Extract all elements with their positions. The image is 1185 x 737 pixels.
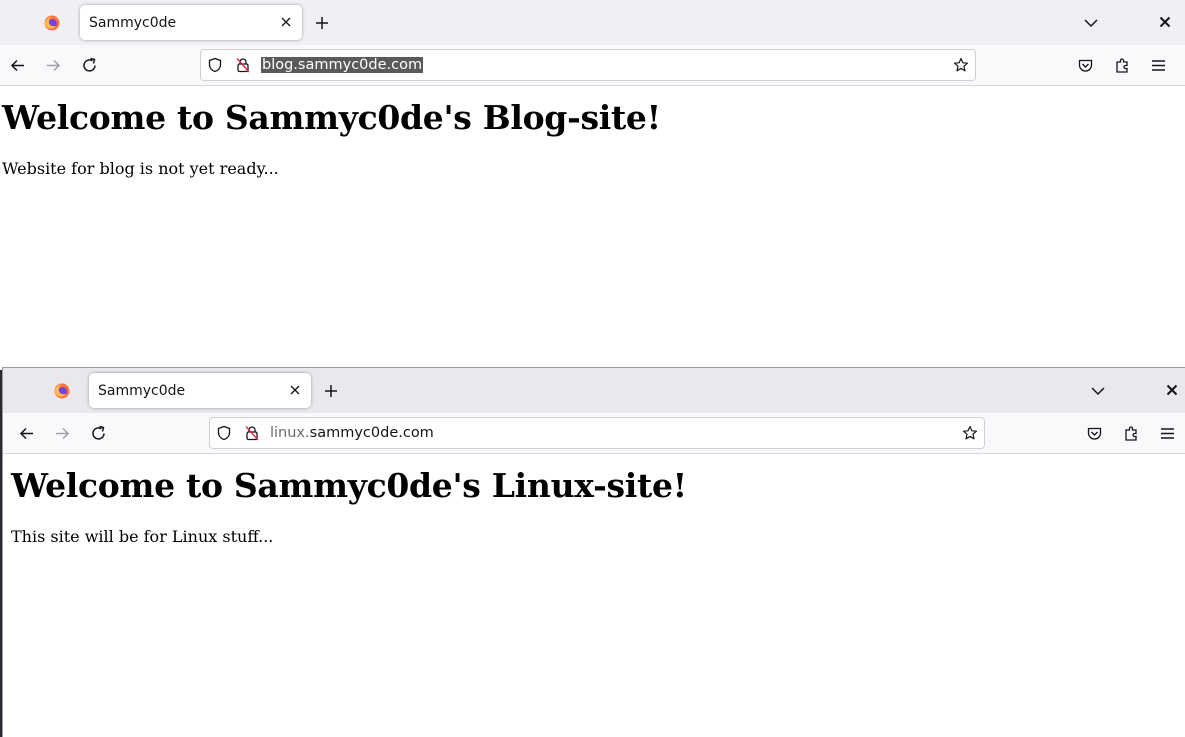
page-text: This site will be for Linux stuff... — [11, 527, 274, 546]
page-text: Website for blog is not yet ready... — [2, 159, 279, 178]
hamburger-menu-icon[interactable] — [1159, 425, 1176, 442]
tab-bar: Sammyc0de — [3, 368, 1185, 413]
plus-icon[interactable] — [322, 382, 340, 400]
plus-icon[interactable] — [313, 14, 331, 32]
nav-bar: linux.sammyc0de.com — [3, 413, 1185, 454]
insecure-lock-icon[interactable] — [235, 57, 251, 73]
url-text[interactable]: linux.sammyc0de.com — [270, 424, 434, 443]
extensions-icon[interactable] — [1114, 57, 1131, 74]
extensions-icon[interactable] — [1123, 425, 1140, 442]
shield-icon[interactable] — [216, 425, 232, 441]
chevron-down-icon[interactable] — [1090, 383, 1106, 399]
firefox-icon — [44, 15, 60, 31]
shield-icon[interactable] — [207, 57, 223, 73]
nav-bar: blog.sammyc0de.com — [0, 45, 1185, 86]
chevron-down-icon[interactable] — [1083, 15, 1099, 31]
url-subdomain: linux. — [270, 425, 310, 441]
close-icon[interactable] — [280, 16, 292, 28]
forward-arrow-icon[interactable] — [54, 425, 71, 442]
forward-arrow-icon[interactable] — [45, 57, 62, 74]
star-icon[interactable] — [953, 57, 969, 73]
url-text[interactable]: blog.sammyc0de.com — [261, 56, 424, 75]
tab-sammyc0de[interactable]: Sammyc0de — [89, 373, 311, 408]
page-heading: Welcome to Sammyc0de's Blog-site! — [2, 98, 661, 137]
url-bar[interactable]: blog.sammyc0de.com — [200, 49, 976, 81]
page-content: Welcome to Sammyc0de's Linux-site! This … — [3, 454, 1185, 546]
pocket-icon[interactable] — [1086, 425, 1103, 442]
reload-icon[interactable] — [90, 425, 107, 442]
tab-title: Sammyc0de — [89, 15, 177, 31]
page-heading: Welcome to Sammyc0de's Linux-site! — [11, 466, 687, 505]
url-bar[interactable]: linux.sammyc0de.com — [209, 417, 985, 449]
back-arrow-icon[interactable] — [9, 57, 26, 74]
page-content: Welcome to Sammyc0de's Blog-site! Websit… — [0, 86, 1185, 178]
tab-bar: Sammyc0de — [0, 0, 1185, 45]
star-icon[interactable] — [962, 425, 978, 441]
close-icon[interactable] — [289, 384, 301, 396]
back-arrow-icon[interactable] — [18, 425, 35, 442]
tab-sammyc0de[interactable]: Sammyc0de — [80, 5, 302, 40]
url-selected-text: blog.sammyc0de.com — [261, 57, 424, 73]
close-icon[interactable] — [1166, 384, 1178, 396]
close-icon[interactable] — [1159, 16, 1171, 28]
browser-window-linux: Sammyc0de linux.sammyc0de.com Welcome to… — [2, 367, 1185, 737]
reload-icon[interactable] — [81, 57, 98, 74]
url-domain: sammyc0de.com — [309, 425, 434, 441]
insecure-lock-icon[interactable] — [244, 425, 260, 441]
firefox-icon — [54, 383, 70, 399]
hamburger-menu-icon[interactable] — [1150, 57, 1167, 74]
pocket-icon[interactable] — [1077, 57, 1094, 74]
browser-window-blog: Sammyc0de blog.sammyc0de.com Welcome to … — [0, 0, 1185, 370]
tab-title: Sammyc0de — [98, 383, 186, 399]
